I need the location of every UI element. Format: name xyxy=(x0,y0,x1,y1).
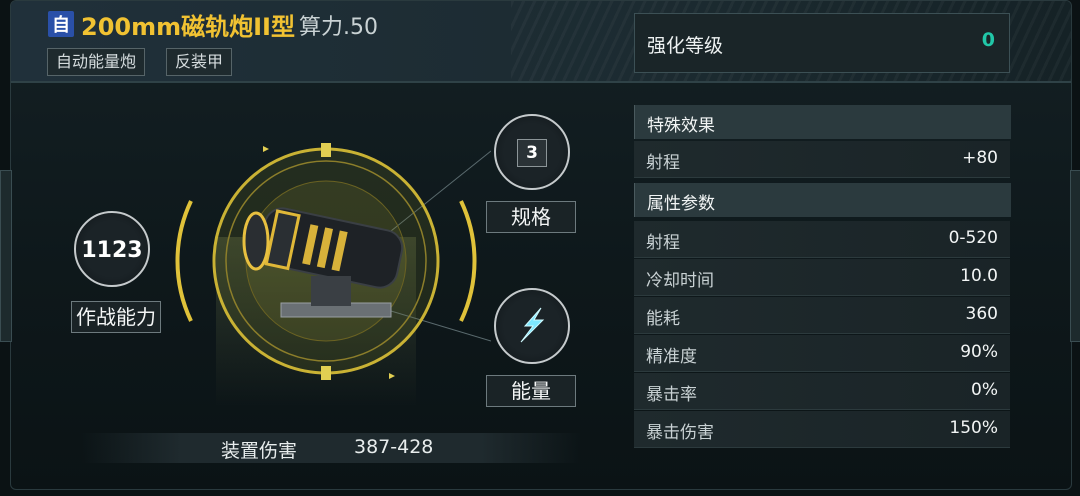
attribute-key: 能耗 xyxy=(646,309,680,329)
attribute-row: 暴击率 0% xyxy=(634,373,1010,410)
spec-value: 3 xyxy=(517,139,547,167)
device-damage-value: 387-428 xyxy=(354,436,434,458)
attribute-row: 射程 0-520 xyxy=(634,221,1010,258)
attribute-key: 精准度 xyxy=(646,347,697,367)
special-row-value: +80 xyxy=(962,148,998,168)
attribute-value: 150% xyxy=(949,418,998,438)
attribute-row: 暴击伤害 150% xyxy=(634,411,1010,448)
attribute-key: 暴击伤害 xyxy=(646,423,714,443)
attribute-row: 精准度 90% xyxy=(634,335,1010,372)
spec-label: 规格 xyxy=(486,201,576,233)
attribute-value: 0% xyxy=(971,380,998,400)
device-damage-label: 装置伤害 xyxy=(221,440,298,462)
right-edge-handle xyxy=(1070,170,1080,342)
attributes-header: 属性参数 xyxy=(634,183,1011,217)
attribute-key: 冷却时间 xyxy=(646,271,714,291)
special-effects-title: 特殊效果 xyxy=(647,116,715,136)
special-row: 射程 +80 xyxy=(634,141,1010,178)
attribute-value: 10.0 xyxy=(960,266,998,286)
attributes-title: 属性参数 xyxy=(647,194,715,214)
enhance-level-label: 强化等级 xyxy=(647,35,724,57)
weapon-name: 200mm磁轨炮II型 xyxy=(81,13,295,41)
item-detail-window: 自 200mm磁轨炮II型 算力.50 自动能量炮 反装甲 强化等级 0 特殊效… xyxy=(10,0,1072,490)
combat-power-label: 作战能力 xyxy=(71,301,161,333)
tag-weapon-type: 自动能量炮 xyxy=(47,48,146,76)
energy-icon xyxy=(520,307,545,343)
energy-label: 能量 xyxy=(486,375,576,407)
weapon-power-level: 算力.50 xyxy=(299,15,378,40)
attribute-value: 360 xyxy=(965,304,998,324)
left-edge-handle xyxy=(0,170,12,342)
attribute-key: 射程 xyxy=(646,233,680,253)
special-effects-header: 特殊效果 xyxy=(634,105,1011,139)
device-damage-bar: 装置伤害 387-428 xyxy=(81,433,581,463)
auto-badge: 自 xyxy=(48,11,74,37)
weapon-rings xyxy=(175,143,491,380)
attribute-row: 冷却时间 10.0 xyxy=(634,259,1010,296)
enhance-level-box[interactable]: 强化等级 0 xyxy=(634,13,1010,73)
tag-anti-armor: 反装甲 xyxy=(166,48,233,76)
attribute-key: 暴击率 xyxy=(646,385,697,405)
header-divider xyxy=(11,81,1071,83)
enhance-level-value: 0 xyxy=(981,29,995,51)
special-row-key: 射程 xyxy=(646,153,680,173)
attribute-row: 能耗 360 xyxy=(634,297,1010,334)
combat-power-value: 1123 xyxy=(81,238,143,263)
attribute-value: 90% xyxy=(960,342,998,362)
attribute-value: 0-520 xyxy=(948,228,998,248)
